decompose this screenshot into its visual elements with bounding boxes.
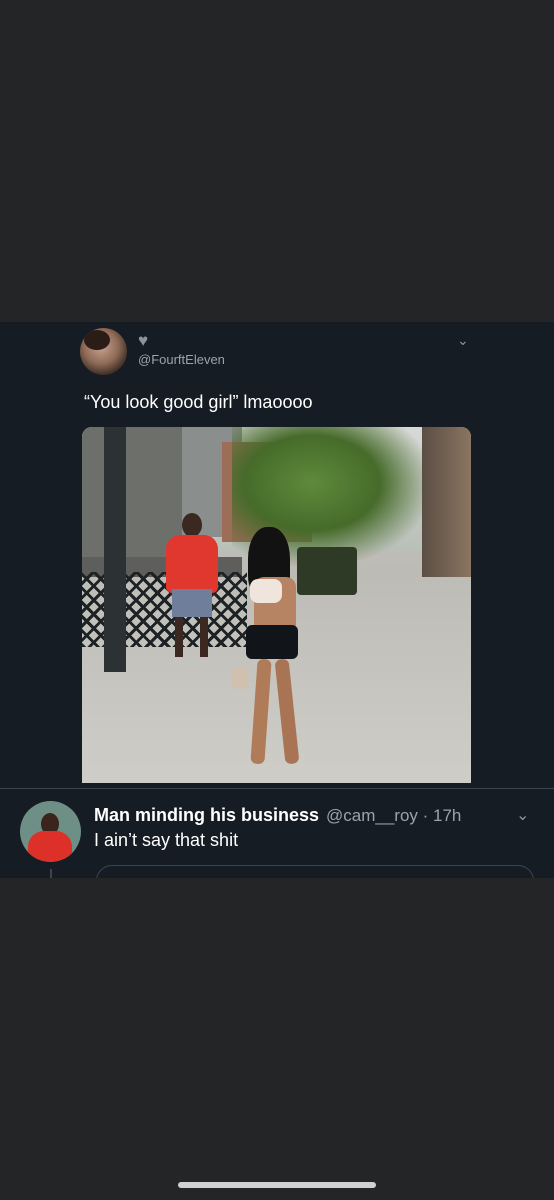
photo-woman-shorts [246,625,298,659]
photo-man-leg [200,617,208,657]
original-tweet[interactable]: ♥ @FourftEleven ⌄ “You look good girl” l… [0,322,554,788]
avatar[interactable] [80,328,127,375]
reply-tweet[interactable]: Man minding his business @cam__roy · 17h… [0,789,554,878]
photo-handbag [232,667,248,689]
photo-man-shirt [166,535,218,593]
reply-handle-time[interactable]: @cam__roy · 17h [326,806,461,826]
reply-input-box[interactable] [96,865,534,878]
photo-man-shorts [172,589,212,617]
avatar[interactable] [20,801,81,862]
tweet-photo[interactable] [82,427,471,783]
home-indicator[interactable] [178,1182,376,1188]
photo-pole [104,427,126,672]
reply-text: I ain’t say that shit [94,830,239,850]
thread-line [50,869,52,878]
avatar-shirt [28,831,72,862]
photo-man-leg [175,617,183,657]
tweet-screenshot: ♥ @FourftEleven ⌄ “You look good girl” l… [0,322,554,878]
photo-planter [297,547,357,595]
heart-icon[interactable]: ♥ [138,332,148,349]
photo-man-head [182,513,202,537]
chevron-down-icon[interactable]: ⌄ [457,332,469,349]
reply-display-name[interactable]: Man minding his business [94,805,319,826]
photo-building-left [82,427,182,557]
avatar-hair [84,330,110,350]
chevron-down-icon[interactable]: ⌄ [516,805,529,825]
photo-woman-top [250,579,282,603]
tweet-handle[interactable]: @FourftEleven [138,352,225,367]
tweet-text: “You look good girl” lmaoooo [84,392,313,412]
